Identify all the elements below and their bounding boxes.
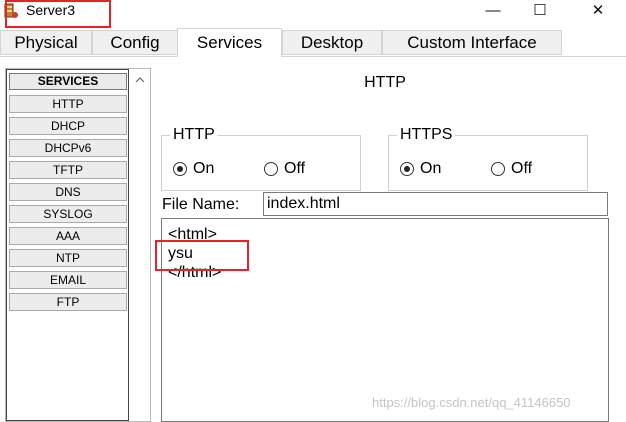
radio-unchecked-icon	[264, 162, 278, 176]
services-sidebar: SERVICES HTTP DHCP DHCPv6 TFTP DNS SYSLO…	[5, 68, 151, 422]
tab-physical[interactable]: Physical	[0, 30, 92, 55]
sidebar-item-dhcpv6[interactable]: DHCPv6	[9, 139, 127, 157]
tab-bar: Physical Config Services Desktop Custom …	[0, 28, 626, 57]
page-title: HTTP	[364, 74, 406, 91]
window-titlebar: Server3 — ☐ ✕	[0, 0, 626, 28]
http-on-label: On	[193, 160, 215, 177]
sidebar-item-ntp[interactable]: NTP	[9, 249, 127, 267]
tab-services[interactable]: Services	[177, 28, 282, 57]
file-name-input[interactable]: index.html	[263, 192, 608, 216]
tab-bar-divider	[0, 56, 626, 57]
https-group-label: HTTPS	[397, 125, 456, 145]
http-group-label: HTTP	[170, 125, 218, 145]
https-toggle-group: HTTPS On Off	[388, 125, 588, 191]
sidebar-item-dns[interactable]: DNS	[9, 183, 127, 201]
http-off-label: Off	[284, 160, 306, 177]
radio-checked-icon	[400, 162, 414, 176]
http-off-radio[interactable]: Off	[264, 160, 305, 178]
sidebar-item-email[interactable]: EMAIL	[9, 271, 127, 289]
tab-custom-interface[interactable]: Custom Interface	[382, 30, 562, 55]
http-on-radio[interactable]: On	[173, 160, 214, 178]
https-on-label: On	[420, 160, 442, 177]
maximize-button[interactable]: ☐	[517, 0, 563, 20]
sidebar-item-dhcp[interactable]: DHCP	[9, 117, 127, 135]
https-on-radio[interactable]: On	[400, 160, 441, 178]
sidebar-item-tftp[interactable]: TFTP	[9, 161, 127, 179]
services-list: SERVICES HTTP DHCP DHCPv6 TFTP DNS SYSLO…	[6, 69, 129, 421]
file-name-label: File Name:	[162, 196, 240, 213]
tab-config[interactable]: Config	[92, 30, 178, 55]
https-off-radio[interactable]: Off	[491, 160, 532, 178]
code-annotation-box	[155, 240, 249, 271]
tab-desktop[interactable]: Desktop	[282, 30, 382, 55]
sidebar-scrollbar[interactable]	[130, 69, 150, 421]
sidebar-item-http[interactable]: HTTP	[9, 95, 127, 113]
watermark: https://blog.csdn.net/qq_41146650	[372, 395, 571, 410]
http-toggle-group: HTTP On Off	[161, 125, 361, 191]
sidebar-item-aaa[interactable]: AAA	[9, 227, 127, 245]
radio-checked-icon	[173, 162, 187, 176]
minimize-button[interactable]: —	[470, 0, 516, 20]
services-header: SERVICES	[9, 73, 127, 90]
radio-unchecked-icon	[491, 162, 505, 176]
sidebar-item-syslog[interactable]: SYSLOG	[9, 205, 127, 223]
chevron-up-icon[interactable]	[135, 75, 145, 85]
close-button[interactable]: ✕	[575, 0, 621, 20]
title-annotation-box	[5, 0, 111, 28]
https-off-label: Off	[511, 160, 533, 177]
sidebar-item-ftp[interactable]: FTP	[9, 293, 127, 311]
